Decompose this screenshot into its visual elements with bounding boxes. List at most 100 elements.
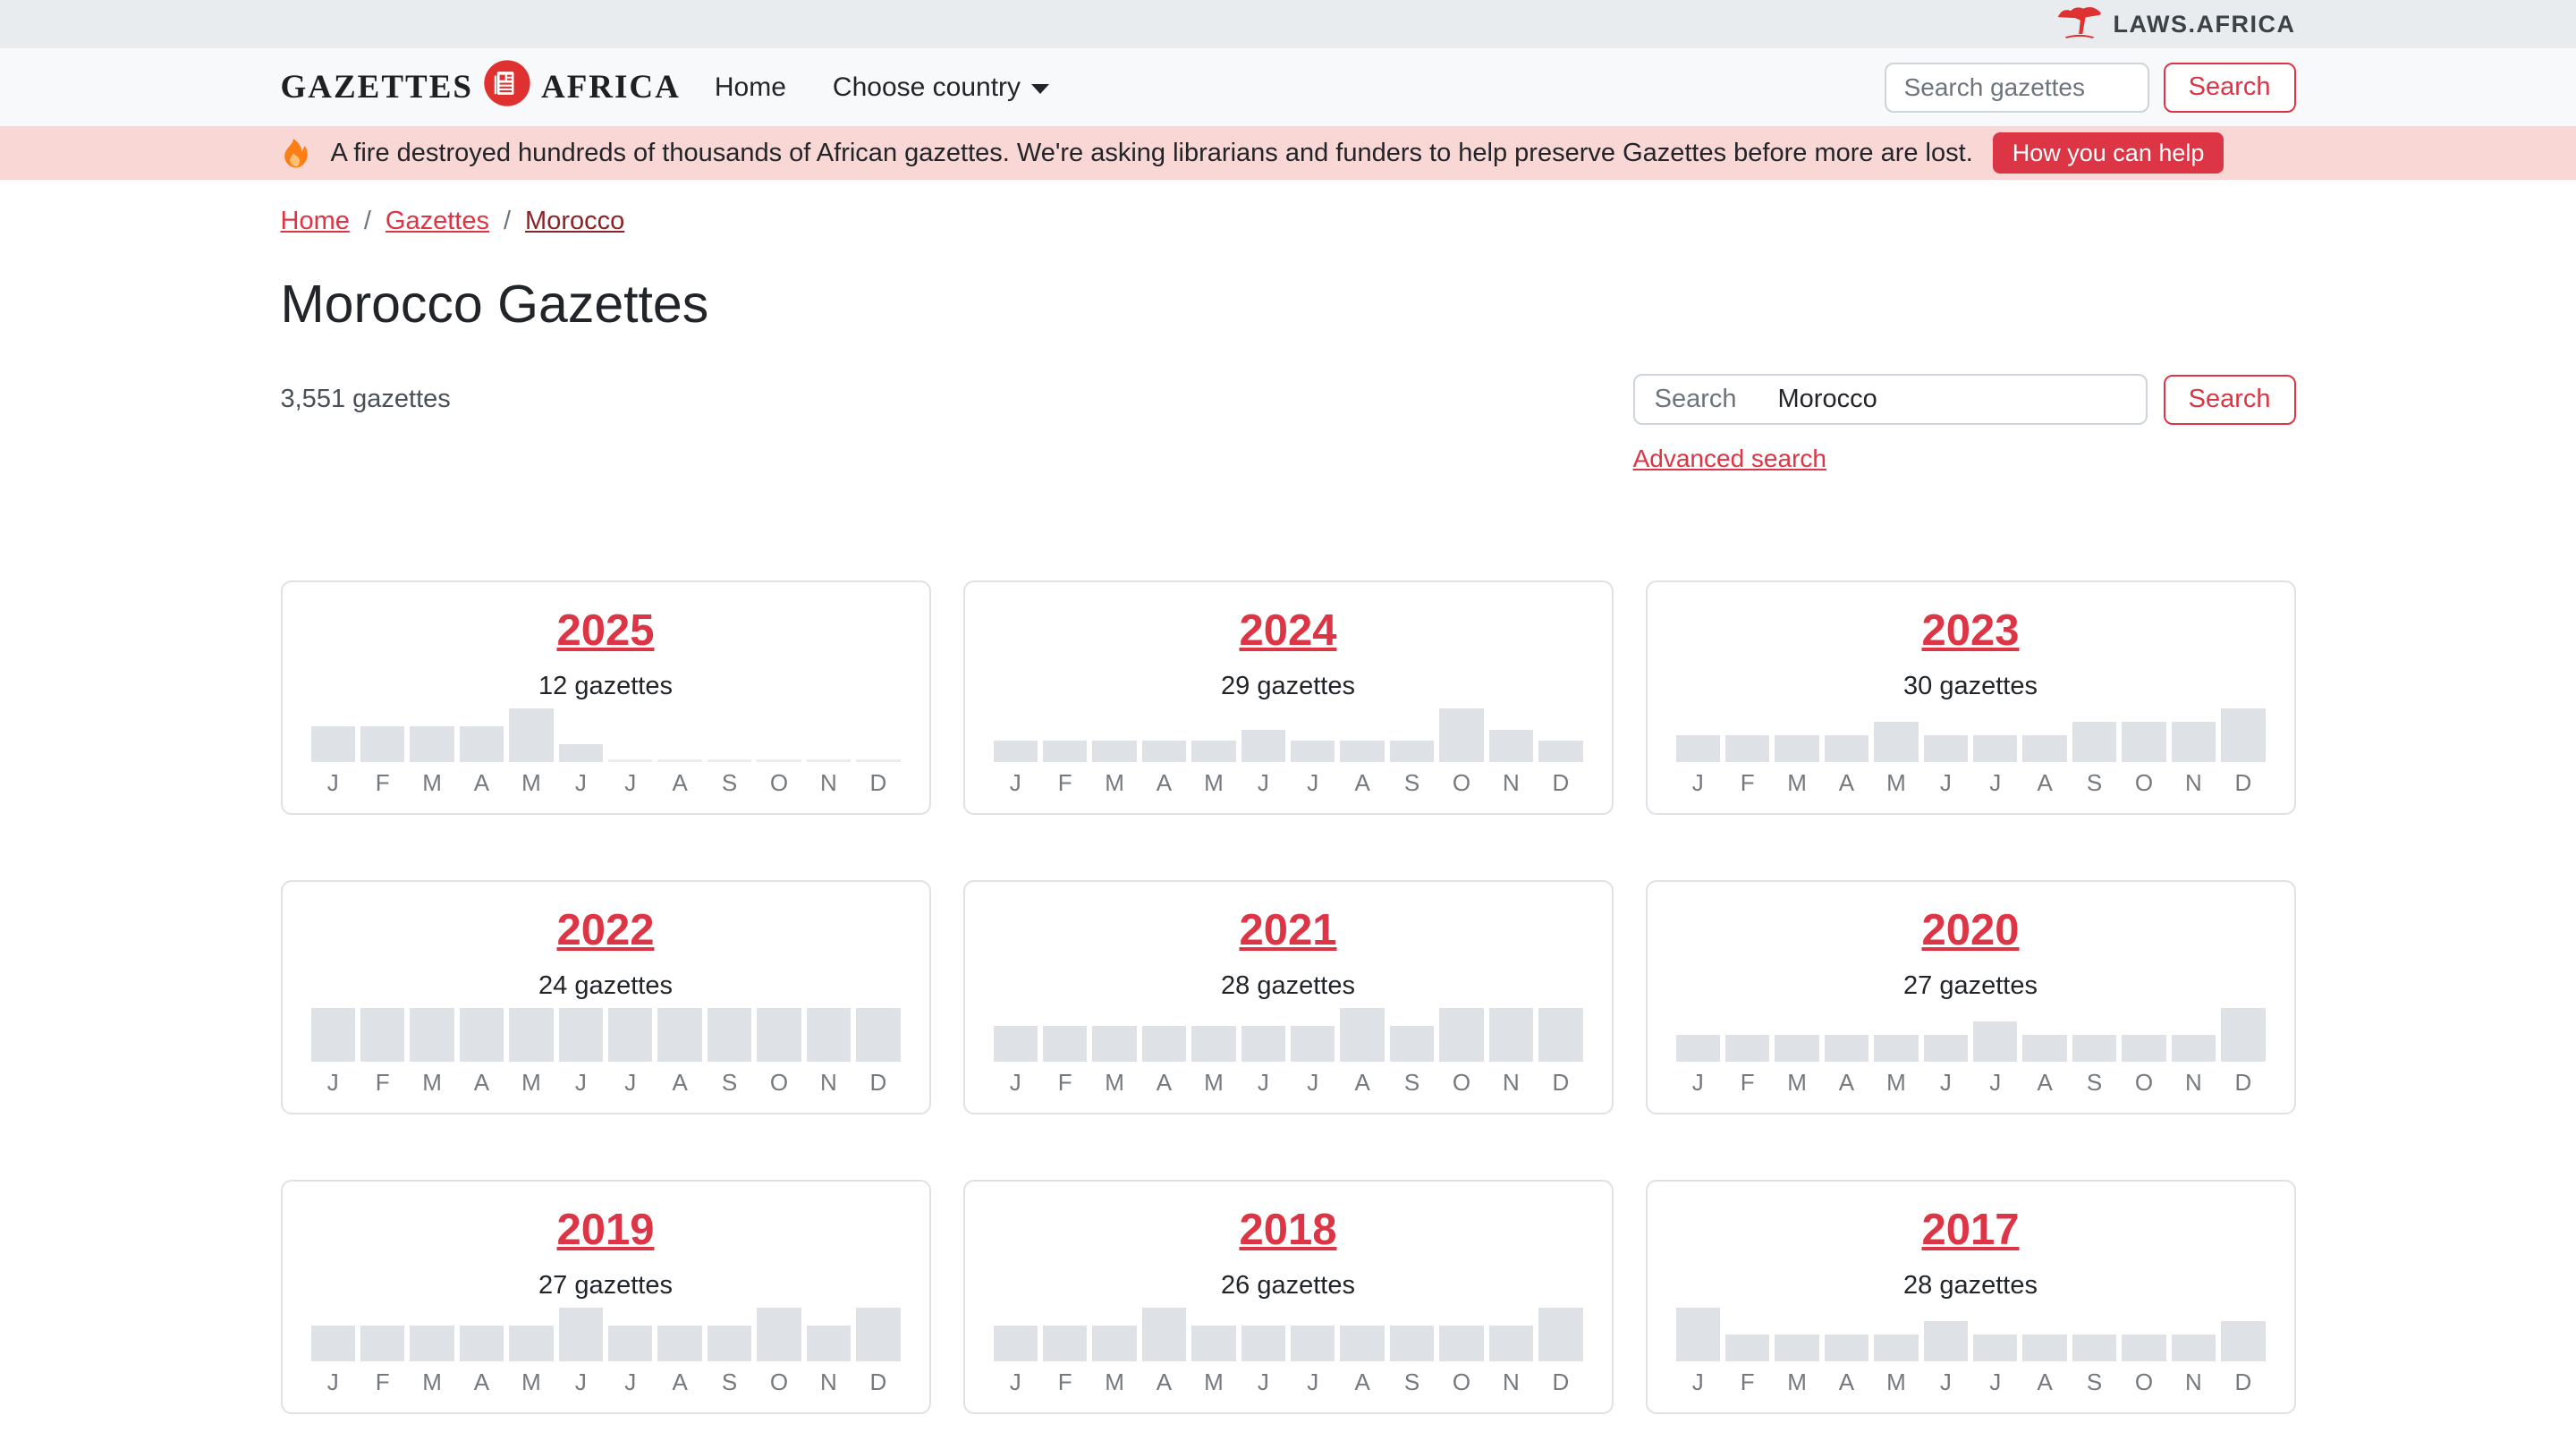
month-bar bbox=[608, 1326, 652, 1361]
month-bar bbox=[2022, 735, 2066, 762]
month-label: F bbox=[1043, 1069, 1087, 1097]
breadcrumb-home[interactable]: Home bbox=[281, 207, 350, 236]
month-bar bbox=[994, 1326, 1038, 1361]
year-link-2023[interactable]: 2023 bbox=[1676, 606, 2266, 656]
monthly-bar-chart bbox=[1676, 1006, 2266, 1062]
month-label: O bbox=[1439, 769, 1483, 797]
month-label: J bbox=[994, 1069, 1038, 1097]
month-bar bbox=[559, 744, 603, 762]
search-gazettes-input[interactable] bbox=[1885, 63, 2149, 113]
month-label: M bbox=[1775, 769, 1818, 797]
year-card-2017: 201728 gazettesJFMAMJJASOND bbox=[1646, 1180, 2296, 1414]
month-bar bbox=[1676, 735, 1720, 762]
breadcrumb-gazettes[interactable]: Gazettes bbox=[386, 207, 489, 236]
year-link-2018[interactable]: 2018 bbox=[994, 1205, 1583, 1255]
month-bar bbox=[1924, 1321, 1968, 1361]
year-link-2022[interactable]: 2022 bbox=[311, 905, 901, 955]
year-link-2019[interactable]: 2019 bbox=[311, 1205, 901, 1255]
filter-search-input[interactable]: Search Morocco bbox=[1633, 374, 2148, 425]
month-label: A bbox=[1825, 1368, 1868, 1396]
year-link-2025[interactable]: 2025 bbox=[311, 606, 901, 656]
breadcrumb-separator: / bbox=[504, 207, 511, 236]
month-label: O bbox=[757, 769, 801, 797]
month-label: J bbox=[559, 1069, 603, 1097]
month-bar bbox=[2172, 1035, 2216, 1062]
month-bar bbox=[1390, 741, 1434, 762]
month-label: M bbox=[1092, 1069, 1136, 1097]
month-bar bbox=[1043, 741, 1087, 762]
month-label: O bbox=[757, 1069, 801, 1097]
month-label: N bbox=[2172, 769, 2216, 797]
year-gazette-count: 27 gazettes bbox=[311, 1271, 901, 1301]
month-bar bbox=[2122, 1035, 2165, 1062]
month-label: J bbox=[1973, 1069, 2017, 1097]
month-label: S bbox=[2072, 1368, 2116, 1396]
month-label: M bbox=[509, 769, 553, 797]
month-bar bbox=[1291, 1326, 1335, 1361]
breadcrumb-morocco[interactable]: Morocco bbox=[525, 207, 624, 236]
month-labels: JFMAMJJASOND bbox=[994, 769, 1583, 797]
month-label: J bbox=[311, 769, 355, 797]
month-label: A bbox=[1340, 1368, 1384, 1396]
month-bar bbox=[1489, 1008, 1533, 1062]
year-link-2021[interactable]: 2021 bbox=[994, 905, 1583, 955]
month-label: O bbox=[1439, 1368, 1483, 1396]
month-bar bbox=[1874, 1335, 1918, 1361]
nav-choose-country[interactable]: Choose country bbox=[833, 72, 1049, 103]
navbar-search-button[interactable]: Search bbox=[2164, 63, 2296, 113]
month-label: O bbox=[1439, 1069, 1483, 1097]
month-bar bbox=[1439, 708, 1483, 762]
month-label: M bbox=[509, 1368, 553, 1396]
month-bar bbox=[1775, 1035, 1818, 1062]
year-link-2017[interactable]: 2017 bbox=[1676, 1205, 2266, 1255]
month-bar bbox=[1725, 735, 1769, 762]
month-label: A bbox=[1825, 769, 1868, 797]
monthly-bar-chart bbox=[311, 1306, 901, 1361]
month-bar bbox=[1439, 1326, 1483, 1361]
month-label: M bbox=[1191, 769, 1235, 797]
month-bar bbox=[2022, 1335, 2066, 1361]
year-card-2023: 202330 gazettesJFMAMJJASOND bbox=[1646, 580, 2296, 815]
month-bar bbox=[1191, 741, 1235, 762]
month-bar bbox=[460, 726, 504, 762]
month-bar bbox=[1092, 1026, 1136, 1062]
month-label: A bbox=[2022, 1069, 2066, 1097]
month-label: D bbox=[1538, 769, 1582, 797]
month-label: J bbox=[1676, 1069, 1720, 1097]
month-bar bbox=[410, 1008, 453, 1062]
how-you-can-help-button[interactable]: How you can help bbox=[1993, 132, 2224, 174]
month-label: D bbox=[856, 1368, 900, 1396]
month-label: N bbox=[807, 769, 851, 797]
gazettes-africa-logo[interactable]: GAZETTES AFRICA bbox=[281, 58, 681, 117]
month-label: S bbox=[1390, 769, 1434, 797]
year-card-2025: 202512 gazettesJFMAMJJASOND bbox=[281, 580, 931, 815]
month-bar bbox=[1725, 1035, 1769, 1062]
laws-africa-wordmark: LAWS.AFRICA bbox=[2114, 11, 2296, 38]
month-label: A bbox=[460, 1069, 504, 1097]
year-gazette-count: 12 gazettes bbox=[311, 672, 901, 701]
month-label: M bbox=[1092, 1368, 1136, 1396]
month-bar bbox=[1538, 1308, 1582, 1361]
month-bar bbox=[1043, 1326, 1087, 1361]
year-link-2024[interactable]: 2024 bbox=[994, 606, 1583, 656]
laws-africa-logo[interactable]: LAWS.AFRICA bbox=[2056, 4, 2296, 45]
month-bar bbox=[1924, 1035, 1968, 1062]
month-bar bbox=[1191, 1326, 1235, 1361]
filter-search-button[interactable]: Search bbox=[2164, 375, 2296, 425]
year-card-2019: 201927 gazettesJFMAMJJASOND bbox=[281, 1180, 931, 1414]
month-bar bbox=[1874, 722, 1918, 762]
month-label: N bbox=[1489, 1368, 1533, 1396]
month-label: A bbox=[657, 1069, 701, 1097]
year-link-2020[interactable]: 2020 bbox=[1676, 905, 2266, 955]
monthly-bar-chart bbox=[994, 1006, 1583, 1062]
advanced-search-link[interactable]: Advanced search bbox=[1633, 445, 1826, 473]
month-bar bbox=[856, 1008, 900, 1062]
month-bar bbox=[1825, 735, 1868, 762]
month-labels: JFMAMJJASOND bbox=[311, 769, 901, 797]
month-label: M bbox=[1191, 1368, 1235, 1396]
month-label: S bbox=[708, 769, 751, 797]
month-bar bbox=[1291, 741, 1335, 762]
month-labels: JFMAMJJASOND bbox=[1676, 1368, 2266, 1396]
nav-home[interactable]: Home bbox=[715, 72, 786, 103]
month-label: J bbox=[608, 1368, 652, 1396]
